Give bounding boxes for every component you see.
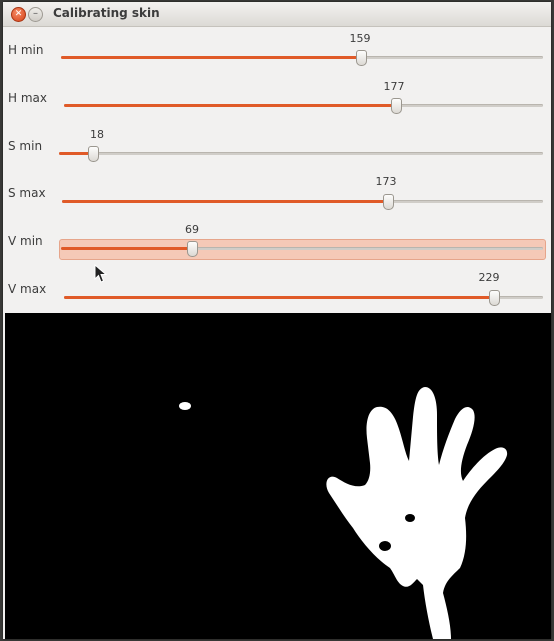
slider-label: V max [8, 282, 47, 296]
slider-label: S max [8, 186, 46, 200]
slider-fill [62, 200, 389, 203]
close-button[interactable]: ✕ [11, 7, 26, 22]
slider-thumb[interactable] [186, 241, 198, 257]
minimize-button[interactable]: – [28, 7, 43, 22]
window-title: Calibrating skin [53, 6, 160, 20]
hand-mask-silhouette [179, 387, 508, 639]
slider-thumb[interactable] [383, 194, 395, 210]
slider-thumb[interactable] [356, 50, 368, 66]
trackbar-panel: H min 159 H max 177 S min 18 S max 173 V… [3, 27, 551, 313]
slider-fill [61, 56, 362, 59]
slider-value: 173 [375, 175, 397, 188]
slider-value: 177 [383, 80, 405, 93]
slider-thumb[interactable] [391, 98, 403, 114]
slider-label: V min [8, 234, 43, 248]
slider-row-s-max: S max 173 [3, 170, 551, 210]
close-icon: ✕ [14, 9, 23, 19]
slider-value: 159 [349, 32, 371, 45]
slider-track[interactable] [59, 146, 543, 162]
slider-value: 69 [185, 223, 199, 236]
slider-fill [64, 296, 495, 299]
slider-fill [61, 247, 192, 250]
slider-thumb[interactable] [489, 290, 501, 306]
slider-label: H max [8, 91, 47, 105]
slider-thumb[interactable] [88, 146, 100, 162]
slider-row-v-max: V max 229 [3, 266, 551, 306]
title-bar[interactable]: ✕ – Calibrating skin [3, 2, 551, 27]
mouse-pointer-icon [94, 264, 108, 283]
slider-row-h-max: H max 177 [3, 75, 551, 115]
slider-track[interactable] [61, 241, 543, 257]
skin-mask-image [5, 313, 551, 639]
slider-track[interactable] [61, 50, 543, 66]
slider-row-s-min: S min 18 [3, 123, 551, 163]
slider-row-v-min: V min 69 [3, 218, 551, 258]
slider-track[interactable] [64, 98, 543, 114]
slider-label: H min [8, 43, 44, 57]
slider-row-h-min: H min 159 [3, 27, 551, 67]
slider-track[interactable] [62, 194, 543, 210]
minimize-icon: – [33, 8, 38, 19]
slider-value: 229 [478, 271, 500, 284]
slider-label: S min [8, 139, 43, 153]
calibration-window: ✕ – Calibrating skin H min 159 H max 177 [3, 2, 551, 639]
slider-value: 18 [90, 128, 104, 141]
slider-track[interactable] [64, 290, 543, 306]
slider-fill [64, 104, 397, 107]
